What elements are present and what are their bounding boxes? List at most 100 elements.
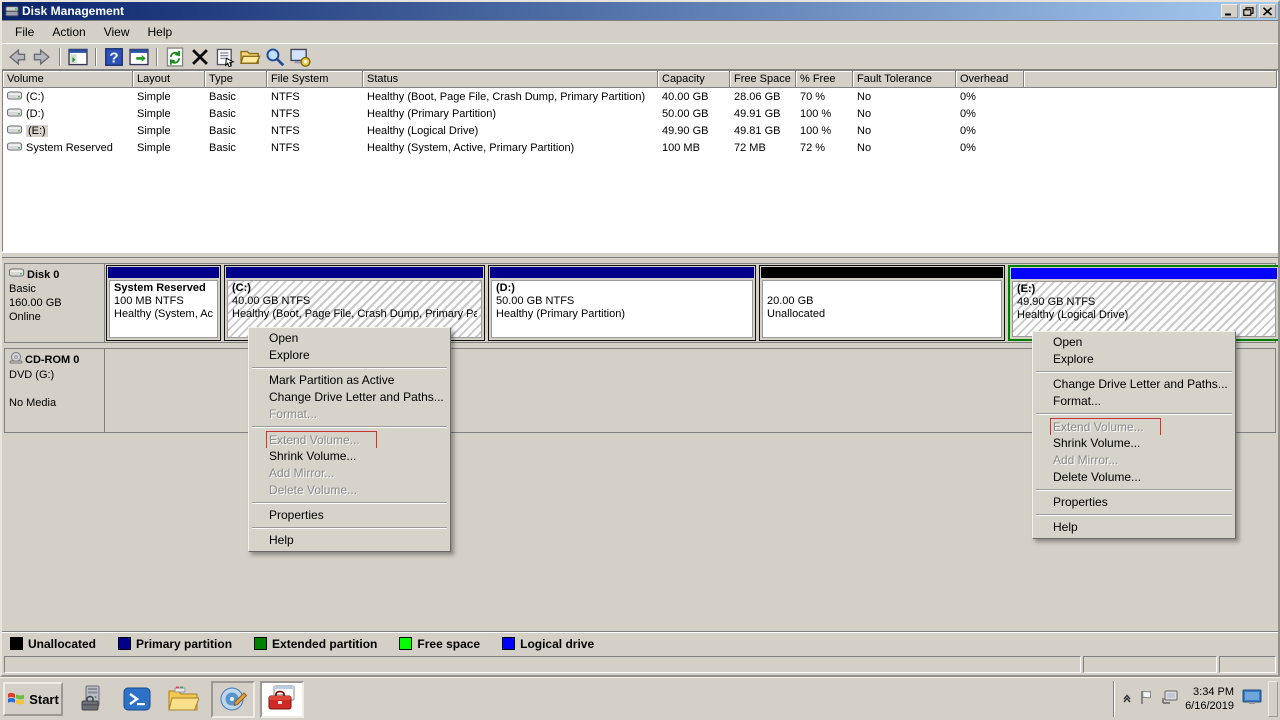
show-action-pane-icon[interactable] [128,47,150,67]
col-type[interactable]: Type [205,71,267,88]
volume-name: (E:) [26,125,48,137]
status-panel [1083,656,1217,673]
disk-tool-taskbar-button[interactable] [211,681,255,718]
col-free-space[interactable]: Free Space [730,71,796,88]
menu-item-delete-volume[interactable]: Delete Volume... [1034,469,1234,486]
menu-item-open[interactable]: Open [250,330,449,347]
context-menu-c: Open Explore Mark Partition as Active Ch… [248,327,451,552]
menu-item-shrink-volume[interactable]: Shrink Volume... [1034,435,1234,452]
menu-separator [1036,514,1232,516]
disk0-header[interactable]: Disk 0 Basic 160.00 GB Online [5,264,105,342]
col-pct-free[interactable]: % Free [796,71,853,88]
partition-e[interactable]: (E:) 49.90 GB NTFS Healthy (Logical Driv… [1008,265,1278,341]
chevron-up-icon[interactable] [1121,690,1133,708]
system-tray: 3:34 PM 6/16/2019 [1114,681,1268,717]
extended-partition-swatch [254,637,267,650]
unallocated-space[interactable]: 20.00 GB Unallocated [759,265,1005,341]
menu-item-change-drive-letter[interactable]: Change Drive Letter and Paths... [1034,376,1234,393]
title-bar[interactable]: Disk Management [2,2,1278,20]
col-capacity[interactable]: Capacity [658,71,730,88]
back-icon[interactable] [6,47,28,67]
table-row-c[interactable]: (C:) Simple Basic NTFS Healthy (Boot, Pa… [3,88,1277,105]
cell-capacity: 40.00 GB [658,91,730,103]
legend-label: Free space [417,637,480,651]
col-fault-tolerance[interactable]: Fault Tolerance [853,71,956,88]
menu-item-explore[interactable]: Explore [1034,351,1234,368]
cell-file-system: NTFS [267,108,363,120]
start-button[interactable]: Start [3,682,63,716]
explorer-folder-icon[interactable] [165,681,201,717]
menu-item-shrink-volume[interactable]: Shrink Volume... [250,448,449,465]
refresh-icon[interactable] [164,47,186,67]
cdrom0-header[interactable]: CD-ROM 0 DVD (G:) No Media [5,349,105,432]
menu-view[interactable]: View [95,22,139,42]
partition-name: (E:) [1017,283,1271,296]
menu-item-explore[interactable]: Explore [250,347,449,364]
cell-layout: Simple [133,142,205,154]
unallocated-swatch [10,637,23,650]
taskbar-clock[interactable]: 3:34 PM 6/16/2019 [1185,685,1236,713]
cell-type: Basic [205,125,267,137]
unallocated-stripe [761,267,1003,278]
menu-item-open[interactable]: Open [1034,334,1234,351]
partition-d[interactable]: (D:) 50.00 GB NTFS Healthy (Primary Part… [488,265,756,341]
col-volume[interactable]: Volume [3,71,133,88]
partition-detail: 50.00 GB NTFS [496,295,748,308]
menu-item-help[interactable]: Help [1034,519,1234,536]
help-icon[interactable]: ? [103,47,125,67]
partition-system-reserved[interactable]: System Reserved 100 MB NTFS Healthy (Sys… [106,265,221,341]
cdrom0-drive: DVD (G:) [9,368,100,382]
menu-item-properties[interactable]: Properties [250,507,449,524]
properties-icon[interactable] [214,47,236,67]
minimize-button[interactable] [1221,4,1238,18]
col-layout[interactable]: Layout [133,71,205,88]
network-icon[interactable] [1161,689,1179,710]
partition-name: (D:) [496,282,748,295]
flag-icon[interactable] [1139,689,1155,710]
menu-item-help[interactable]: Help [250,532,449,549]
show-console-tree-icon[interactable] [67,47,89,67]
cell-overhead: 0% [956,142,1024,154]
clock-time: 3:34 PM [1185,685,1234,699]
menu-item-mark-partition-active[interactable]: Mark Partition as Active [250,372,449,389]
forward-icon[interactable] [31,47,53,67]
cell-fault-tolerance: No [853,91,956,103]
disk-management-taskbar-button[interactable] [260,681,304,718]
table-row-system-reserved[interactable]: System Reserved Simple Basic NTFS Health… [3,139,1277,156]
menu-item-change-drive-letter[interactable]: Change Drive Letter and Paths... [250,389,449,406]
menu-item-extend-volume: Extend Volume... [1034,418,1234,435]
col-file-system[interactable]: File System [267,71,363,88]
table-row-e[interactable]: (E:) Simple Basic NTFS Healthy (Logical … [3,122,1277,139]
partition-status: Healthy (System, Active, Primary Partiti… [114,308,213,321]
table-row-d[interactable]: (D:) Simple Basic NTFS Healthy (Primary … [3,105,1277,122]
cell-free-space: 49.81 GB [730,125,796,137]
menu-file[interactable]: File [6,22,43,42]
delete-icon[interactable] [189,47,211,67]
desktop-preview-icon[interactable] [1242,689,1262,710]
restore-button[interactable] [1240,4,1257,18]
powershell-icon[interactable] [119,681,155,717]
menu-action[interactable]: Action [43,22,94,42]
menu-help[interactable]: Help [139,22,182,42]
menu-separator [252,367,447,369]
close-button[interactable] [1259,4,1276,18]
annotation-red-box: Extend Volume... [266,431,377,448]
windows-logo-icon [7,690,25,709]
col-overhead[interactable]: Overhead [956,71,1024,88]
menu-item-format[interactable]: Format... [1034,393,1234,410]
menu-item-properties[interactable]: Properties [1034,494,1234,511]
server-manager-icon[interactable] [75,681,111,717]
status-panel [1219,656,1276,673]
open-folder-icon[interactable] [239,47,261,67]
menu-separator [1036,371,1232,373]
drive-icon [7,141,23,155]
col-status[interactable]: Status [363,71,658,88]
cell-fault-tolerance: No [853,108,956,120]
cell-capacity: 50.00 GB [658,108,730,120]
legend-free-space: Free space [399,637,480,651]
show-desktop-button[interactable] [1268,681,1278,717]
find-icon[interactable] [264,47,286,67]
volume-list-header: Volume Layout Type File System Status Ca… [3,71,1277,88]
cell-pct-free: 70 % [796,91,853,103]
manage-computer-icon[interactable] [289,47,311,67]
